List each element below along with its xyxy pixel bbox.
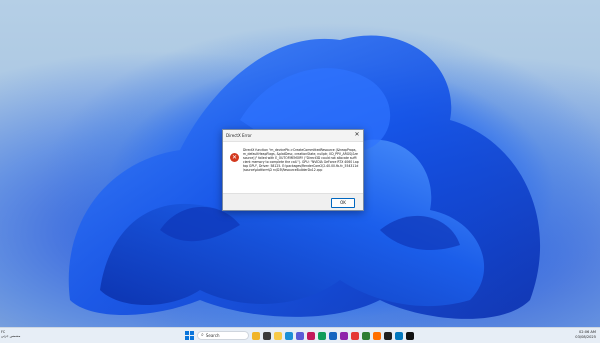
- search-icon: ⌕: [201, 332, 204, 338]
- store-icon[interactable]: [296, 331, 304, 340]
- task-view-icon[interactable]: [263, 331, 271, 340]
- dialog-title: DirectX Error: [223, 130, 363, 142]
- app-icon-10[interactable]: [406, 331, 414, 340]
- close-icon[interactable]: ✕: [353, 131, 361, 139]
- app-icon-8[interactable]: [384, 331, 392, 340]
- app-icon-4[interactable]: [340, 331, 348, 340]
- system-clock[interactable]: 02:06 AM 03/08/2025: [575, 330, 596, 340]
- search-placeholder: Search: [205, 333, 220, 338]
- taskbar: FC مشمس جزئي ⌕ Search 02:06 AM 03/08/202…: [0, 327, 600, 343]
- app-icon-3[interactable]: [329, 331, 337, 340]
- error-message: DirectX function "m_devicePtr->CreateCom…: [243, 148, 359, 173]
- windows-start-icon[interactable]: [185, 331, 194, 340]
- pinned-apps: [252, 331, 414, 340]
- directx-error-dialog: DirectX Error ✕ ✕ DirectX function "m_de…: [222, 129, 364, 211]
- file-explorer-icon[interactable]: [274, 331, 282, 340]
- taskbar-search-box[interactable]: ⌕ Search: [197, 331, 249, 340]
- dialog-footer: OK: [223, 193, 363, 210]
- dialog-body: ✕ DirectX function "m_devicePtr->CreateC…: [223, 142, 363, 194]
- weather-condition: مشمس جزئي: [1, 334, 21, 338]
- clock-date: 03/08/2025: [575, 335, 596, 339]
- app-icon-1[interactable]: [307, 331, 315, 340]
- ok-button[interactable]: OK: [331, 198, 355, 208]
- edge-icon[interactable]: [285, 331, 293, 340]
- app-icon-9[interactable]: [395, 331, 403, 340]
- weather-widget[interactable]: FC مشمس جزئي: [1, 330, 20, 338]
- taskbar-apps: ⌕ Search: [185, 330, 414, 341]
- app-icon-6[interactable]: [362, 331, 370, 340]
- app-icon-2[interactable]: [318, 331, 326, 340]
- widgets-icon[interactable]: [252, 331, 260, 340]
- error-icon: ✕: [230, 153, 239, 162]
- app-icon-5[interactable]: [351, 331, 359, 340]
- app-icon-7[interactable]: [373, 331, 381, 340]
